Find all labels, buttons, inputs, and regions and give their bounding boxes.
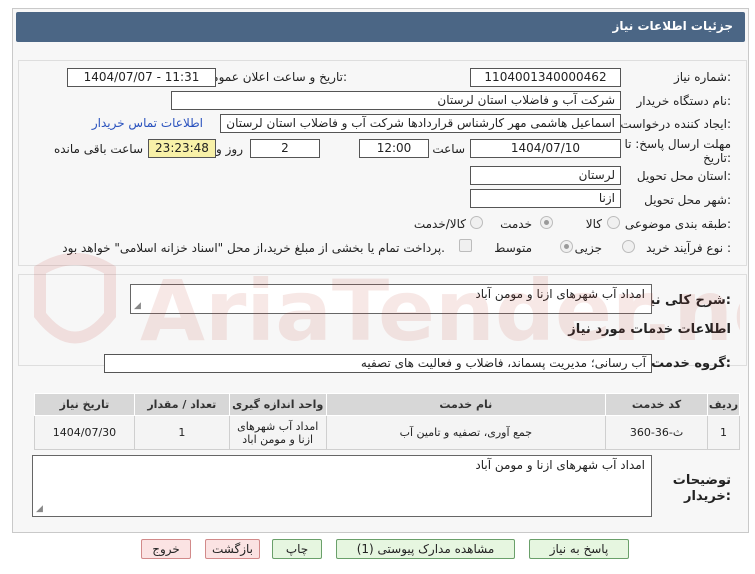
need-number-field: 1104001340000462 — [470, 68, 621, 87]
cell-service-code: ث-36-360 — [605, 415, 708, 450]
announce-label: تاریخ و ساعت اعلان عمومی: — [202, 70, 347, 84]
header-bar: جزئیات اطلاعات نیاز — [16, 12, 745, 42]
need-number-label: شماره نیاز: — [673, 70, 731, 84]
process-option-medium-label: متوسط — [494, 241, 532, 255]
city-field: ازنا — [470, 189, 621, 208]
category-service-radio[interactable] — [540, 216, 553, 229]
creator-field: اسماعیل هاشمی مهر کارشناس قراردادها شرکت… — [220, 114, 621, 133]
buyer-notes-field: امداد آب شهرهای ازنا و مومن آباد ◢ — [32, 455, 652, 517]
category-label: طبقه بندی موضوعی: — [624, 217, 731, 231]
buyer-notes-label-2: خریدار: — [684, 489, 731, 504]
back-button[interactable]: بازگشت — [205, 539, 260, 559]
contact-buyer-link[interactable]: اطلاعات تماس خریدار — [92, 116, 203, 130]
deadline-time-field: 12:00 — [359, 139, 429, 158]
cell-need-date: 1404/07/30 — [34, 415, 135, 450]
cell-service-name: جمع آوری، تصفیه و تامین آب — [325, 415, 607, 450]
col-service-name: نام خدمت — [325, 393, 607, 416]
buyer-org-label: نام دستگاه خریدار: — [636, 94, 732, 108]
buyer-notes-label-1: توضیحات — [672, 473, 731, 488]
buyer-org-field: شرکت آب و فاضلاب استان لرستان — [171, 91, 621, 110]
remaining-label: ساعت باقی مانده — [53, 142, 143, 156]
category-option-both-label: کالا/خدمت — [413, 217, 466, 231]
cell-row: 1 — [706, 415, 741, 450]
category-both-radio[interactable] — [470, 216, 483, 229]
service-group-field: آب رسانی؛ مدیریت پسماند، فاضلاب و فعالیت… — [104, 354, 652, 373]
cell-quantity: 1 — [133, 415, 230, 450]
process-label: نوع فرآیند خرید : — [646, 241, 731, 255]
table-row: 1404/07/30 1 امداد آب شهرهای ازنا و مومن… — [34, 415, 741, 450]
services-table: تاریخ نیاز تعداد / مقدار واحد اندازه گیر… — [34, 393, 741, 450]
resize-grip-icon[interactable]: ◢ — [36, 505, 43, 514]
days-field: 2 — [250, 139, 320, 158]
attachments-button[interactable]: مشاهده مدارک پیوستی (1) — [336, 539, 515, 559]
time-label: ساعت — [432, 142, 465, 156]
exit-button[interactable]: خروج — [141, 539, 191, 559]
category-option-goods-label: کالا — [585, 217, 602, 231]
buyer-notes-text: امداد آب شهرهای ازنا و مومن آباد — [475, 458, 645, 472]
process-option-minor-label: جزیی — [574, 241, 602, 255]
process-medium-radio[interactable] — [560, 240, 573, 253]
deadline-label: مهلت ارسال پاسخ: تا — [624, 137, 731, 151]
province-field: لرستان — [470, 166, 621, 185]
days-label: روز و — [216, 142, 243, 156]
announce-field: 1404/07/07 - 11:31 — [67, 68, 216, 87]
category-goods-radio[interactable] — [607, 216, 620, 229]
reply-button[interactable]: پاسخ به نیاز — [529, 539, 629, 559]
summary-text: امداد آب شهرهای ازنا و مومن آباد — [475, 287, 645, 301]
summary-field: امداد آب شهرهای ازنا و مومن آباد ◢ — [130, 284, 652, 314]
deadline-date-label: تاریخ: — [703, 151, 731, 165]
col-quantity: تعداد / مقدار — [133, 393, 230, 416]
page-title: جزئیات اطلاعات نیاز — [612, 19, 733, 33]
resize-grip-icon[interactable]: ◢ — [134, 302, 141, 311]
col-unit: واحد اندازه گیری — [228, 393, 327, 416]
services-section-title: اطلاعات خدمات مورد نیاز — [568, 322, 731, 337]
print-button[interactable]: چاپ — [272, 539, 322, 559]
remaining-time-field: 23:23:48 — [148, 139, 216, 158]
service-group-label: گروه خدمت: — [651, 356, 731, 371]
page: جزئیات اطلاعات نیاز شماره نیاز: 11040013… — [0, 0, 755, 574]
creator-label: ایجاد کننده درخواست: — [620, 117, 731, 131]
deadline-date-field: 1404/07/10 — [470, 139, 621, 158]
process-minor-radio[interactable] — [622, 240, 635, 253]
col-service-code: کد خدمت — [605, 393, 708, 416]
treasury-checkbox[interactable] — [459, 239, 472, 252]
category-option-service-label: خدمت — [500, 217, 532, 231]
treasury-note: پرداخت تمام یا بخشی از مبلغ خرید،از محل … — [62, 241, 445, 255]
cell-unit: امداد آب شهرهای ازنا و مومن اباد — [228, 415, 327, 450]
province-label: استان محل تحویل: — [636, 169, 731, 183]
col-need-date: تاریخ نیاز — [34, 393, 135, 416]
col-row: ردیف — [706, 393, 741, 416]
city-label: شهر محل تحویل: — [644, 193, 731, 207]
table-header-row: تاریخ نیاز تعداد / مقدار واحد اندازه گیر… — [34, 393, 741, 416]
